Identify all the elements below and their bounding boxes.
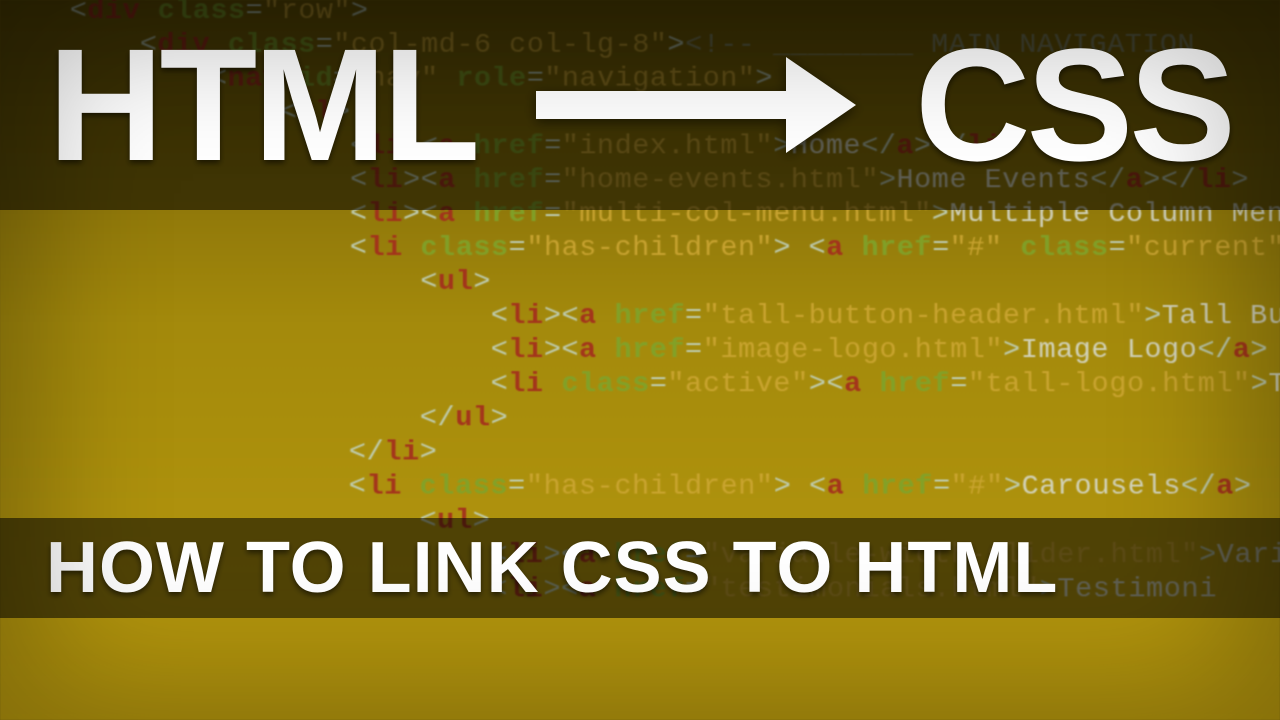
headline-left: HTML <box>48 13 476 197</box>
subtitle-text: HOW TO LINK CSS TO HTML <box>46 527 1058 609</box>
headline-row: HTML CSS <box>0 0 1280 210</box>
subtitle-row: HOW TO LINK CSS TO HTML <box>0 518 1280 618</box>
arrow-right-icon <box>536 57 856 153</box>
headline-right: CSS <box>915 13 1232 197</box>
